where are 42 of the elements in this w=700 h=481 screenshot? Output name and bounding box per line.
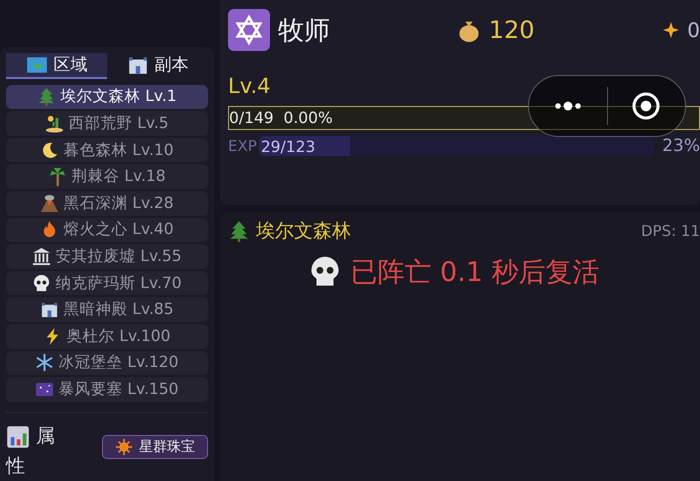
zone-item[interactable]: 奥杜尔 Lv.100 bbox=[6, 324, 208, 349]
money-amount: 120 bbox=[488, 16, 535, 44]
skull-icon bbox=[32, 274, 52, 293]
star-count: 0 bbox=[687, 18, 700, 42]
tree-icon bbox=[228, 220, 250, 242]
zone-item[interactable]: 暮色森林 Lv.10 bbox=[6, 138, 208, 162]
zone-item[interactable]: 暴风要塞 Lv.150 bbox=[6, 377, 208, 402]
class-name: 牧师 bbox=[278, 14, 330, 48]
more-icon bbox=[554, 101, 582, 111]
exp-label: EXP bbox=[228, 137, 257, 155]
bar-chart-icon bbox=[6, 424, 30, 449]
zone-item[interactable]: 纳克萨玛斯 Lv.70 bbox=[6, 270, 208, 296]
zone-item[interactable]: 黑暗神殿 Lv.85 bbox=[6, 297, 208, 322]
level-bar-text: 0/149 0.00% bbox=[229, 109, 333, 127]
zone-title: 埃尔文森林 bbox=[256, 219, 351, 244]
zone-item[interactable]: 冰冠堡垒 Lv.120 bbox=[6, 350, 208, 376]
temple-icon bbox=[32, 247, 52, 266]
tree-icon bbox=[37, 87, 56, 106]
sun-icon bbox=[115, 438, 133, 456]
snowflake-icon bbox=[35, 353, 54, 372]
zone-item[interactable]: 黑石深渊 Lv.28 bbox=[6, 191, 208, 216]
tab[interactable]: 区域 bbox=[6, 53, 107, 79]
death-message: 已阵亡 0.1 秒后复活 bbox=[350, 256, 600, 290]
sparkles-icon bbox=[661, 20, 682, 40]
level-label: Lv.4 bbox=[228, 74, 272, 98]
zone-item[interactable]: 埃尔文森林 Lv.1 bbox=[6, 84, 208, 110]
zone-item[interactable]: 安其拉废墟 Lv.55 bbox=[6, 244, 208, 269]
dps-value: DPS: 11 bbox=[640, 222, 700, 240]
moon-icon bbox=[40, 140, 60, 160]
castle-icon bbox=[40, 300, 60, 320]
zone-item[interactable]: 荆棘谷 Lv.18 bbox=[6, 164, 208, 190]
target-icon bbox=[631, 91, 662, 121]
cactus-icon bbox=[45, 114, 64, 133]
stats-button[interactable]: 属性 bbox=[6, 420, 64, 481]
exp-text: 29/123 bbox=[260, 138, 316, 156]
exp-percent: 23% bbox=[662, 136, 700, 156]
zone-item[interactable]: 熔火之心 Lv.40 bbox=[6, 218, 208, 242]
tab[interactable]: 副本 bbox=[107, 53, 208, 79]
jewel-button[interactable]: 星群珠宝 bbox=[102, 434, 208, 459]
palm-tree-icon bbox=[48, 167, 68, 186]
zone-item[interactable]: 西部荒野 Lv.5 bbox=[6, 111, 208, 136]
volcano-icon bbox=[40, 194, 60, 213]
